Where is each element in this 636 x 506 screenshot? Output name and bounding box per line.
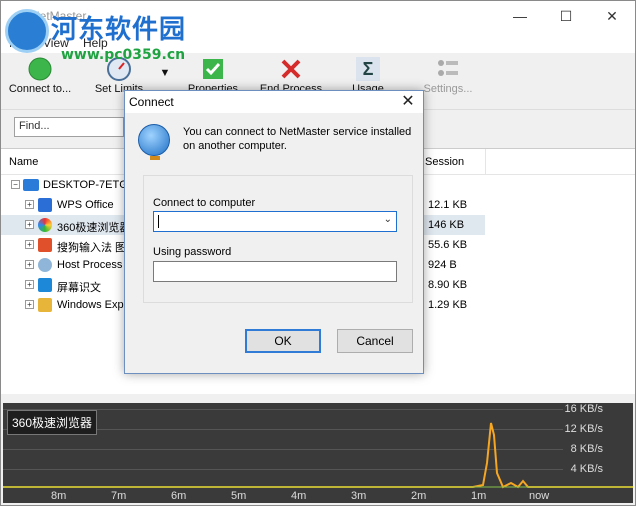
traffic-graph: 16 KB/s 12 KB/s 8 KB/s 4 KB/s 360极速浏览器 8…: [3, 403, 633, 503]
sigma-icon: Σ: [356, 57, 380, 81]
row-name: 搜狗输入法 图: [57, 242, 127, 254]
column-name[interactable]: Name: [9, 156, 38, 168]
gear-icon: [38, 258, 52, 272]
row-session: 55.6 KB: [428, 239, 468, 251]
maximize-button[interactable]: ☐: [543, 1, 589, 31]
expand-icon[interactable]: +: [25, 220, 34, 229]
column-divider[interactable]: [485, 149, 486, 175]
expand-icon[interactable]: +: [25, 260, 34, 269]
dialog-title-bar: Connect ✕: [125, 91, 423, 113]
globe-icon: [138, 124, 170, 160]
watermark-url: www.pc0359.cn: [61, 47, 186, 63]
expand-icon[interactable]: +: [25, 200, 34, 209]
wps-icon: [38, 198, 52, 212]
row-session: 924 B: [428, 259, 457, 271]
ocr-icon: [38, 278, 52, 292]
row-name: Host Process f: [57, 259, 129, 271]
row-session: 146 KB: [428, 219, 465, 231]
expand-icon[interactable]: +: [25, 300, 34, 309]
row-name: Windows Explo: [57, 299, 133, 311]
column-session[interactable]: Session: [425, 156, 464, 168]
expand-icon[interactable]: +: [25, 280, 34, 289]
traffic-plot: [3, 422, 633, 489]
dialog-title: Connect: [129, 95, 174, 109]
watermark-logo-icon: [5, 9, 49, 53]
red-x-icon: [279, 57, 303, 81]
connect-label: Connect to...: [8, 83, 72, 95]
row-name: WPS Office: [57, 199, 114, 211]
site-watermark: 河东软件园 www.pc0359.cn: [1, 3, 211, 65]
computer-combo[interactable]: ⌄: [153, 211, 397, 232]
sogou-icon: [38, 238, 52, 252]
row-name: 屏幕识文: [57, 282, 101, 294]
chevron-down-icon: ▼: [159, 67, 171, 79]
chevron-down-icon[interactable]: ⌄: [384, 214, 392, 225]
computer-label: Connect to computer: [153, 197, 256, 209]
settings-label: Settings...: [423, 83, 473, 95]
collapse-icon[interactable]: −: [11, 180, 20, 189]
connect-group: [143, 175, 413, 303]
cancel-button[interactable]: Cancel: [337, 329, 413, 353]
x-tick: 7m: [111, 490, 127, 502]
row-session: 12.1 KB: [428, 199, 468, 211]
row-session: 1.29 KB: [428, 299, 468, 311]
password-label: Using password: [153, 246, 232, 258]
x-tick: 6m: [171, 490, 187, 502]
text-caret: [158, 215, 159, 228]
folder-icon: [38, 298, 52, 312]
x-tick: 8m: [51, 490, 67, 502]
x-tick: 4m: [291, 490, 307, 502]
x-tick: 5m: [231, 490, 247, 502]
set-limits-dropdown[interactable]: ▼: [153, 67, 177, 79]
minimize-button[interactable]: —: [497, 1, 543, 31]
close-button[interactable]: ✕: [589, 1, 635, 31]
dialog-intro: You can connect to NetMaster service ins…: [183, 126, 412, 152]
row-name: 360极速浏览器: [57, 222, 131, 234]
computer-icon: [23, 179, 39, 191]
x-tick: 2m: [411, 490, 427, 502]
settings-button[interactable]: Settings...: [419, 57, 477, 95]
ok-button[interactable]: OK: [245, 329, 321, 353]
watermark-title: 河东软件园: [51, 15, 187, 45]
expand-icon[interactable]: +: [25, 240, 34, 249]
settings-list-icon: [436, 57, 460, 81]
x-tick: 1m: [471, 490, 487, 502]
connect-dialog: Connect ✕ You can connect to NetMaster s…: [124, 90, 424, 374]
browser-icon: [38, 218, 52, 232]
dialog-close-button[interactable]: ✕: [397, 92, 419, 112]
search-input[interactable]: Find...: [14, 117, 124, 137]
x-tick: now: [529, 490, 550, 502]
x-tick: 3m: [351, 490, 367, 502]
password-field[interactable]: [153, 261, 397, 282]
row-session: 8.90 KB: [428, 279, 468, 291]
